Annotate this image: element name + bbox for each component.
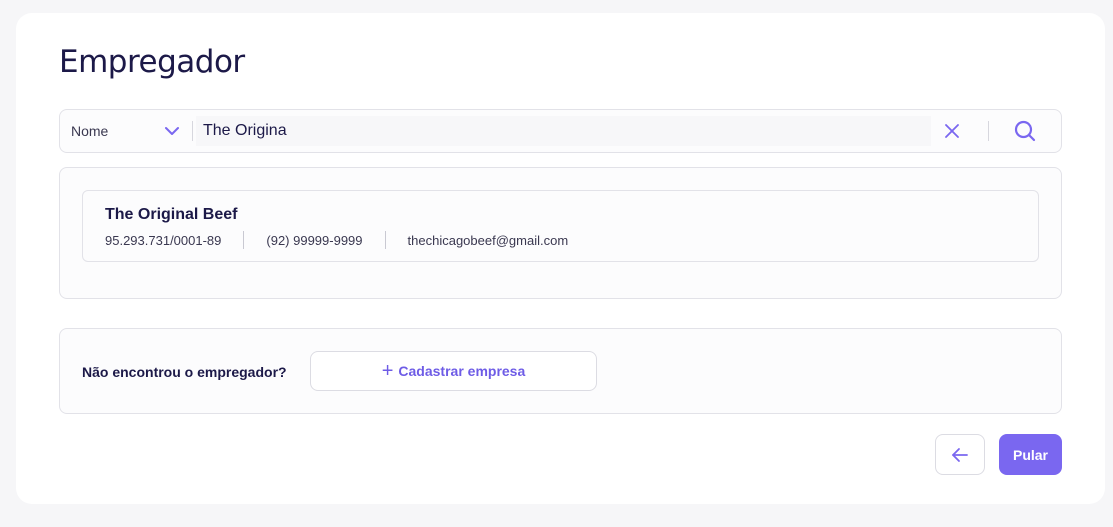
result-company-name: The Original Beef [105,206,238,223]
arrow-left-icon [952,447,968,462]
meta-divider [243,231,245,249]
result-phone: (92) 99999-9999 [266,232,363,248]
register-company-button[interactable]: + Cadastrar empresa [310,351,597,391]
result-email: thechicagobeef@gmail.com [407,232,569,248]
search-filter-select[interactable]: Nome [60,110,192,152]
chevron-down-icon [165,127,179,135]
page-title: Empregador [59,44,245,80]
result-document: 95.293.731/0001-89 [105,232,222,248]
search-filter-label: Nome [71,123,109,139]
results-panel: The Original Beef 95.293.731/0001-89 (92… [59,167,1062,299]
back-button[interactable] [935,434,985,475]
skip-button[interactable]: Pular [999,434,1062,475]
not-found-label: Não encontrou o empregador? [82,364,287,380]
search-input[interactable] [196,116,931,146]
not-found-panel: Não encontrou o empregador? + Cadastrar … [59,328,1062,414]
result-meta: 95.293.731/0001-89 (92) 99999-9999 thech… [105,231,568,249]
plus-icon: + [381,360,394,382]
filter-divider [192,121,193,141]
action-divider [988,121,989,141]
close-icon[interactable] [943,122,961,140]
result-item[interactable]: The Original Beef 95.293.731/0001-89 (92… [82,190,1039,262]
register-company-label: Cadastrar empresa [398,363,526,379]
employer-card: Empregador Nome The Original Beef 95.293… [16,13,1105,504]
search-bar: Nome [59,109,1062,153]
meta-divider [384,231,386,249]
search-icon[interactable] [1013,119,1037,143]
